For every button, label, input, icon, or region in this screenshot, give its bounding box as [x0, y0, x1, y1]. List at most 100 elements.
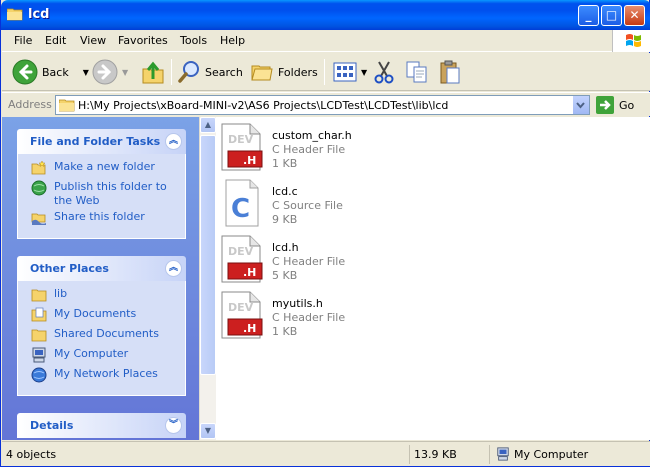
- other-place-my-documents[interactable]: My Documents: [18, 307, 185, 327]
- network-places-icon: [31, 367, 47, 383]
- go-label: Go: [619, 98, 635, 112]
- paste-button[interactable]: [438, 57, 462, 87]
- up-folder-button[interactable]: [141, 57, 165, 87]
- file-type: C Header File: [272, 311, 346, 324]
- other-place-lib[interactable]: lib: [18, 287, 185, 307]
- header-file-icon: DEV .H: [220, 291, 264, 339]
- views-dropdown-icon[interactable]: ▼: [361, 68, 367, 77]
- publish-web-link[interactable]: Publish this folder to the Web: [18, 180, 185, 210]
- svg-text:.H: .H: [243, 154, 256, 167]
- go-button[interactable]: Go: [596, 96, 634, 114]
- explorer-window: lcd _ □ ✕ File Edit View Favorites Tools…: [0, 0, 650, 467]
- share-folder-link[interactable]: Share this folder: [18, 210, 185, 230]
- globe-icon: [31, 180, 47, 196]
- my-documents-icon: [31, 307, 47, 322]
- collapse-icon[interactable]: ︽: [165, 133, 182, 150]
- file-size: 1 KB: [272, 157, 298, 170]
- forward-arrow-icon: [92, 59, 118, 85]
- menu-bar: File Edit View Favorites Tools Help: [2, 30, 650, 52]
- toolbar-separator: [324, 59, 325, 85]
- panel-header[interactable]: File and Folder Tasks ︽: [17, 129, 186, 154]
- expand-icon[interactable]: ︾: [165, 417, 182, 434]
- back-dropdown-icon[interactable]: ▼: [83, 68, 89, 77]
- details-panel: Details ︾: [17, 413, 186, 438]
- status-location-label: My Computer: [514, 448, 589, 461]
- title-bar[interactable]: lcd _ □ ✕: [1, 0, 650, 30]
- file-item[interactable]: C lcd.c C Source File 9 KB: [220, 177, 520, 229]
- file-name: lcd.h: [272, 241, 299, 254]
- file-type: C Source File: [272, 199, 343, 212]
- folders-label: Folders: [278, 65, 318, 79]
- panel-title: File and Folder Tasks: [30, 135, 161, 148]
- svg-text:DEV: DEV: [228, 301, 254, 314]
- address-dropdown-button[interactable]: [572, 96, 589, 114]
- svg-text:.H: .H: [243, 322, 256, 335]
- file-item[interactable]: DEV .H custom_char.h C Header File 1 KB: [220, 121, 520, 173]
- c-source-file-icon: C: [220, 179, 264, 227]
- address-input[interactable]: H:\My Projects\xBoard-MINI-v2\AS6 Projec…: [55, 95, 590, 115]
- scroll-down-button[interactable]: ▼: [200, 423, 216, 439]
- search-label: Search: [205, 65, 243, 79]
- share-folder-icon: [31, 213, 46, 225]
- svg-text:DEV: DEV: [228, 133, 254, 146]
- menu-favorites[interactable]: Favorites: [118, 34, 168, 47]
- address-label: Address: [8, 98, 52, 111]
- file-name: myutils.h: [272, 297, 323, 310]
- menu-view[interactable]: View: [80, 34, 106, 47]
- address-bar: Address H:\My Projects\xBoard-MINI-v2\AS…: [2, 92, 650, 116]
- back-label: Back: [42, 65, 69, 79]
- menu-help[interactable]: Help: [220, 34, 245, 47]
- other-place-my-computer[interactable]: My Computer: [18, 347, 185, 367]
- scroll-up-button[interactable]: ▲: [200, 117, 216, 133]
- copy-button[interactable]: [405, 57, 429, 87]
- views-button[interactable]: ▼: [333, 57, 367, 87]
- back-arrow-icon: [12, 59, 38, 85]
- panel-header[interactable]: Other Places ︽: [17, 256, 186, 281]
- forward-button[interactable]: ▼: [92, 57, 128, 87]
- computer-icon: [32, 347, 46, 363]
- folders-icon: [251, 65, 273, 81]
- file-size: 1 KB: [272, 325, 298, 338]
- scroll-thumb[interactable]: [200, 135, 216, 375]
- status-bar: 4 objects 13.9 KB My Computer: [2, 441, 650, 466]
- folders-button[interactable]: Folders: [250, 57, 318, 87]
- collapse-icon[interactable]: ︽: [165, 260, 182, 277]
- header-file-icon: DEV .H: [220, 235, 264, 283]
- status-object-count: 4 objects: [6, 445, 410, 464]
- up-folder-icon: [142, 61, 164, 84]
- toolbar-separator: [171, 59, 172, 85]
- other-place-network-places[interactable]: My Network Places: [18, 367, 185, 387]
- file-name: lcd.c: [272, 185, 298, 198]
- maximize-button[interactable]: □: [601, 5, 622, 26]
- panel-title: Other Places: [30, 262, 109, 275]
- task-pane: File and Folder Tasks ︽ Make a new folde…: [2, 117, 199, 440]
- file-item[interactable]: DEV .H myutils.h C Header File 1 KB: [220, 289, 520, 341]
- windows-logo-icon: [612, 30, 650, 52]
- folder-icon: [7, 8, 23, 21]
- make-new-folder-link[interactable]: Make a new folder: [18, 160, 185, 180]
- search-button[interactable]: Search: [177, 57, 243, 87]
- minimize-button[interactable]: _: [578, 5, 599, 26]
- task-pane-scrollbar[interactable]: ▲ ▼: [199, 117, 216, 440]
- forward-dropdown-icon[interactable]: ▼: [122, 68, 128, 77]
- go-arrow-icon: [596, 96, 614, 114]
- back-button[interactable]: Back ▼: [12, 57, 89, 87]
- shared-documents-icon: [31, 329, 47, 342]
- search-icon: [178, 61, 199, 83]
- file-list: DEV .H custom_char.h C Header File 1 KB C …: [216, 117, 650, 440]
- file-folder-tasks-panel: File and Folder Tasks ︽ Make a new folde…: [17, 129, 186, 239]
- close-button[interactable]: ✕: [624, 5, 645, 26]
- menu-tools[interactable]: Tools: [180, 34, 207, 47]
- cut-button[interactable]: [373, 57, 395, 87]
- other-place-shared-documents[interactable]: Shared Documents: [18, 327, 185, 347]
- file-item[interactable]: DEV .H lcd.h C Header File 5 KB: [220, 233, 520, 285]
- svg-text:DEV: DEV: [228, 245, 254, 258]
- menu-file[interactable]: File: [14, 34, 32, 47]
- panel-header[interactable]: Details ︾: [17, 413, 186, 438]
- chevron-down-icon: [576, 102, 585, 109]
- file-name: custom_char.h: [272, 129, 352, 142]
- folder-icon: [59, 99, 75, 112]
- menu-edit[interactable]: Edit: [45, 34, 66, 47]
- new-folder-icon: [31, 160, 46, 175]
- file-size: 5 KB: [272, 269, 298, 282]
